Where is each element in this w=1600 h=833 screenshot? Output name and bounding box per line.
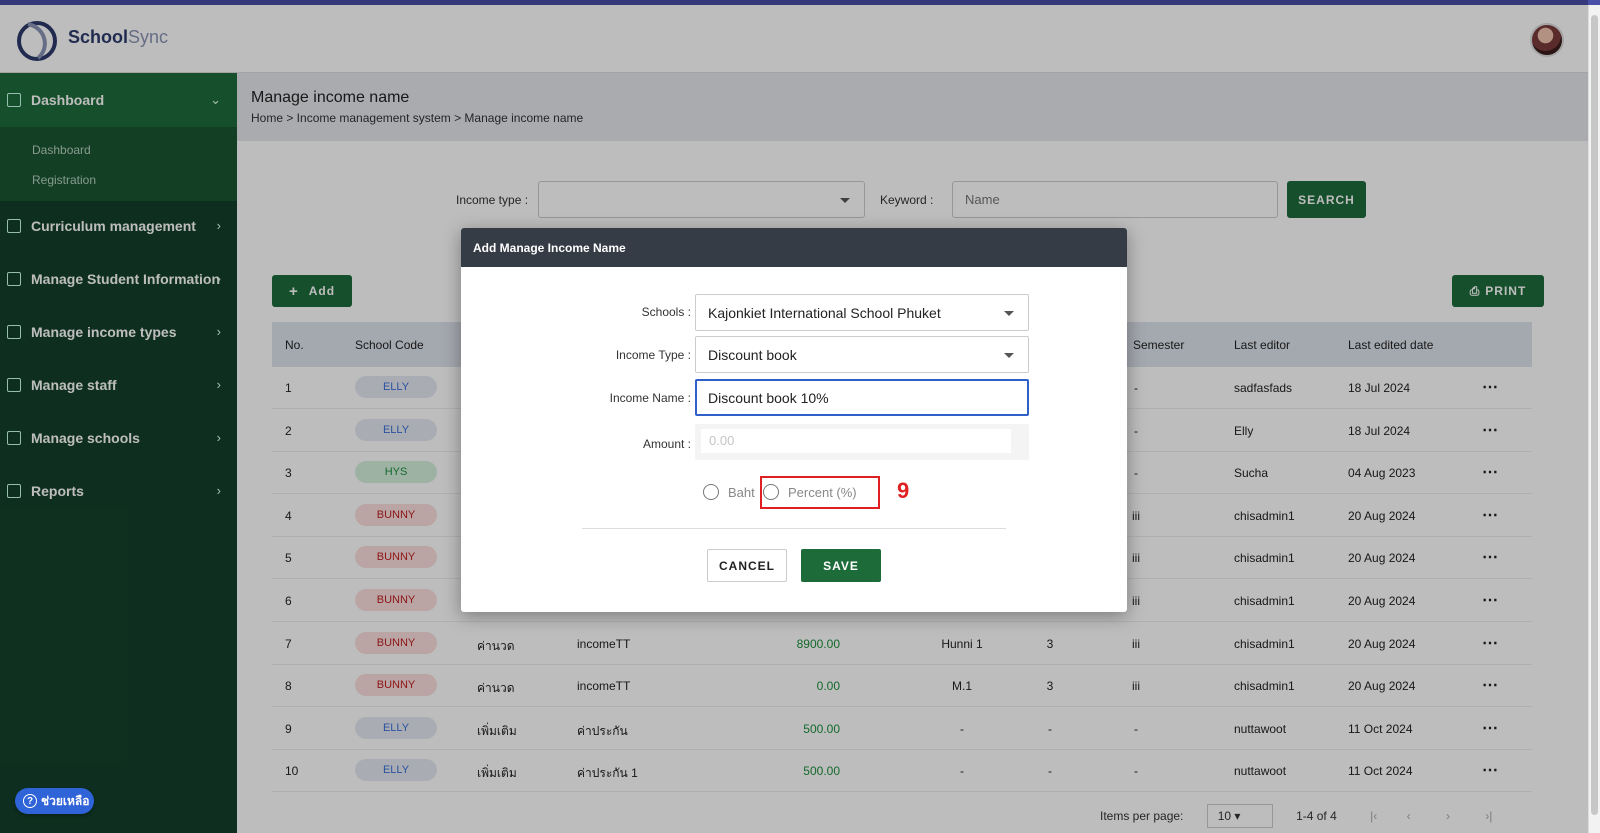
- amount-field: 0.00: [695, 424, 1029, 460]
- scrollbar-thumb[interactable]: [1591, 15, 1598, 815]
- save-button[interactable]: SAVE: [801, 549, 881, 582]
- page-scrollbar[interactable]: [1588, 5, 1600, 833]
- baht-radio[interactable]: [703, 484, 719, 500]
- help-button[interactable]: ? ช่วยเหลือ: [15, 788, 94, 814]
- baht-radio-label: Baht: [728, 485, 755, 500]
- add-income-name-dialog: Add Manage Income Name Schools : Kajonki…: [461, 228, 1127, 612]
- question-icon: ?: [23, 794, 37, 808]
- cancel-button[interactable]: CANCEL: [707, 549, 787, 582]
- dialog-header: Add Manage Income Name: [461, 228, 1127, 267]
- step-number: 9: [897, 478, 910, 503]
- amount-label: Amount :: [642, 437, 691, 451]
- caret-down-icon: [1004, 311, 1014, 316]
- income-type-select[interactable]: Discount book: [695, 336, 1029, 373]
- caret-down-icon: [1004, 353, 1014, 358]
- amount-input[interactable]: 0.00: [701, 429, 1011, 453]
- schools-label: Schools :: [641, 305, 691, 319]
- step-highlight-box: [760, 476, 880, 509]
- dialog-divider: [582, 528, 1006, 529]
- income-name-input[interactable]: Discount book 10%: [695, 379, 1029, 416]
- income-type-label: Income Type :: [615, 348, 691, 362]
- dialog-title: Add Manage Income Name: [473, 241, 626, 255]
- income-name-label: Income Name :: [609, 391, 691, 405]
- schools-select[interactable]: Kajonkiet International School Phuket: [695, 294, 1029, 331]
